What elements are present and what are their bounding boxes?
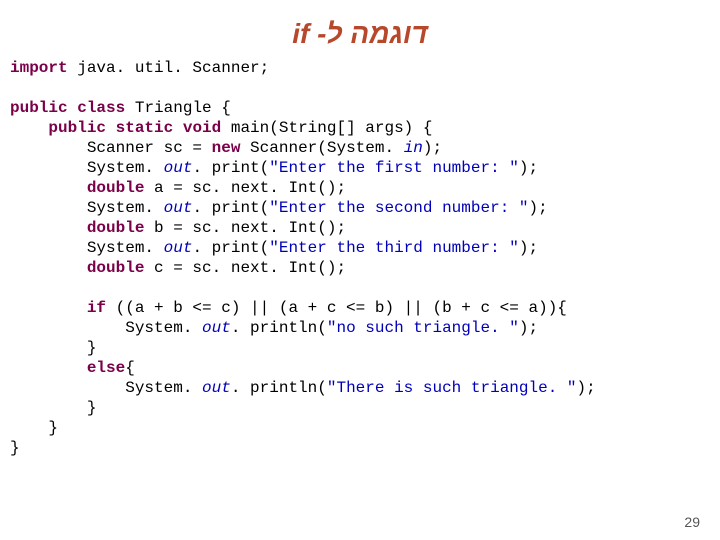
page-number: 29 bbox=[684, 514, 700, 530]
string-literal: "no such triangle. " bbox=[327, 319, 519, 337]
field-out: out bbox=[202, 319, 231, 337]
keyword-double: double bbox=[87, 259, 145, 277]
code-block: import java. util. Scanner; public class… bbox=[0, 58, 720, 458]
code-text: Scanner(System. bbox=[240, 139, 403, 157]
code-text: ); bbox=[519, 159, 538, 177]
keyword-if: if bbox=[87, 299, 106, 317]
string-literal: "There is such triangle. " bbox=[327, 379, 577, 397]
else-open: { bbox=[125, 359, 135, 377]
code-text: c = sc. next. Int(); bbox=[144, 259, 346, 277]
close-brace: } bbox=[10, 339, 96, 357]
main-signature: main(String[] args) { bbox=[221, 119, 432, 137]
code-text: a = sc. next. Int(); bbox=[144, 179, 346, 197]
import-text: java. util. Scanner; bbox=[68, 59, 270, 77]
code-text: Scanner sc = bbox=[10, 139, 212, 157]
keyword-void: void bbox=[183, 119, 221, 137]
code-text: . println( bbox=[231, 379, 327, 397]
keyword-public: public bbox=[48, 119, 106, 137]
string-literal: "Enter the third number: " bbox=[269, 239, 519, 257]
code-text: ); bbox=[577, 379, 596, 397]
code-text: System. bbox=[10, 159, 164, 177]
keyword-static: static bbox=[116, 119, 174, 137]
field-in: in bbox=[404, 139, 423, 157]
code-text: ); bbox=[519, 239, 538, 257]
code-text: System. bbox=[10, 239, 164, 257]
field-out: out bbox=[202, 379, 231, 397]
field-out: out bbox=[164, 199, 193, 217]
close-brace: } bbox=[10, 439, 20, 457]
code-text: ); bbox=[529, 199, 548, 217]
keyword-public: public bbox=[10, 99, 68, 117]
keyword-double: double bbox=[87, 179, 145, 197]
field-out: out bbox=[164, 239, 193, 257]
code-text: . print( bbox=[192, 199, 269, 217]
keyword-class: class bbox=[77, 99, 125, 117]
slide-title: דוגמה ל- if bbox=[0, 0, 720, 58]
code-text: . print( bbox=[192, 159, 269, 177]
code-text: . print( bbox=[192, 239, 269, 257]
keyword-double: double bbox=[87, 219, 145, 237]
close-brace: } bbox=[10, 399, 96, 417]
close-brace: } bbox=[10, 419, 58, 437]
if-condition: ((a + b <= c) || (a + c <= b) || (b + c … bbox=[106, 299, 567, 317]
keyword-new: new bbox=[212, 139, 241, 157]
code-text: System. bbox=[10, 199, 164, 217]
string-literal: "Enter the second number: " bbox=[269, 199, 528, 217]
code-text: . println( bbox=[231, 319, 327, 337]
keyword-else: else bbox=[87, 359, 125, 377]
field-out: out bbox=[164, 159, 193, 177]
code-text: b = sc. next. Int(); bbox=[144, 219, 346, 237]
code-text: ); bbox=[423, 139, 442, 157]
code-text: ); bbox=[519, 319, 538, 337]
class-name: Triangle { bbox=[125, 99, 231, 117]
keyword-import: import bbox=[10, 59, 68, 77]
string-literal: "Enter the first number: " bbox=[269, 159, 519, 177]
